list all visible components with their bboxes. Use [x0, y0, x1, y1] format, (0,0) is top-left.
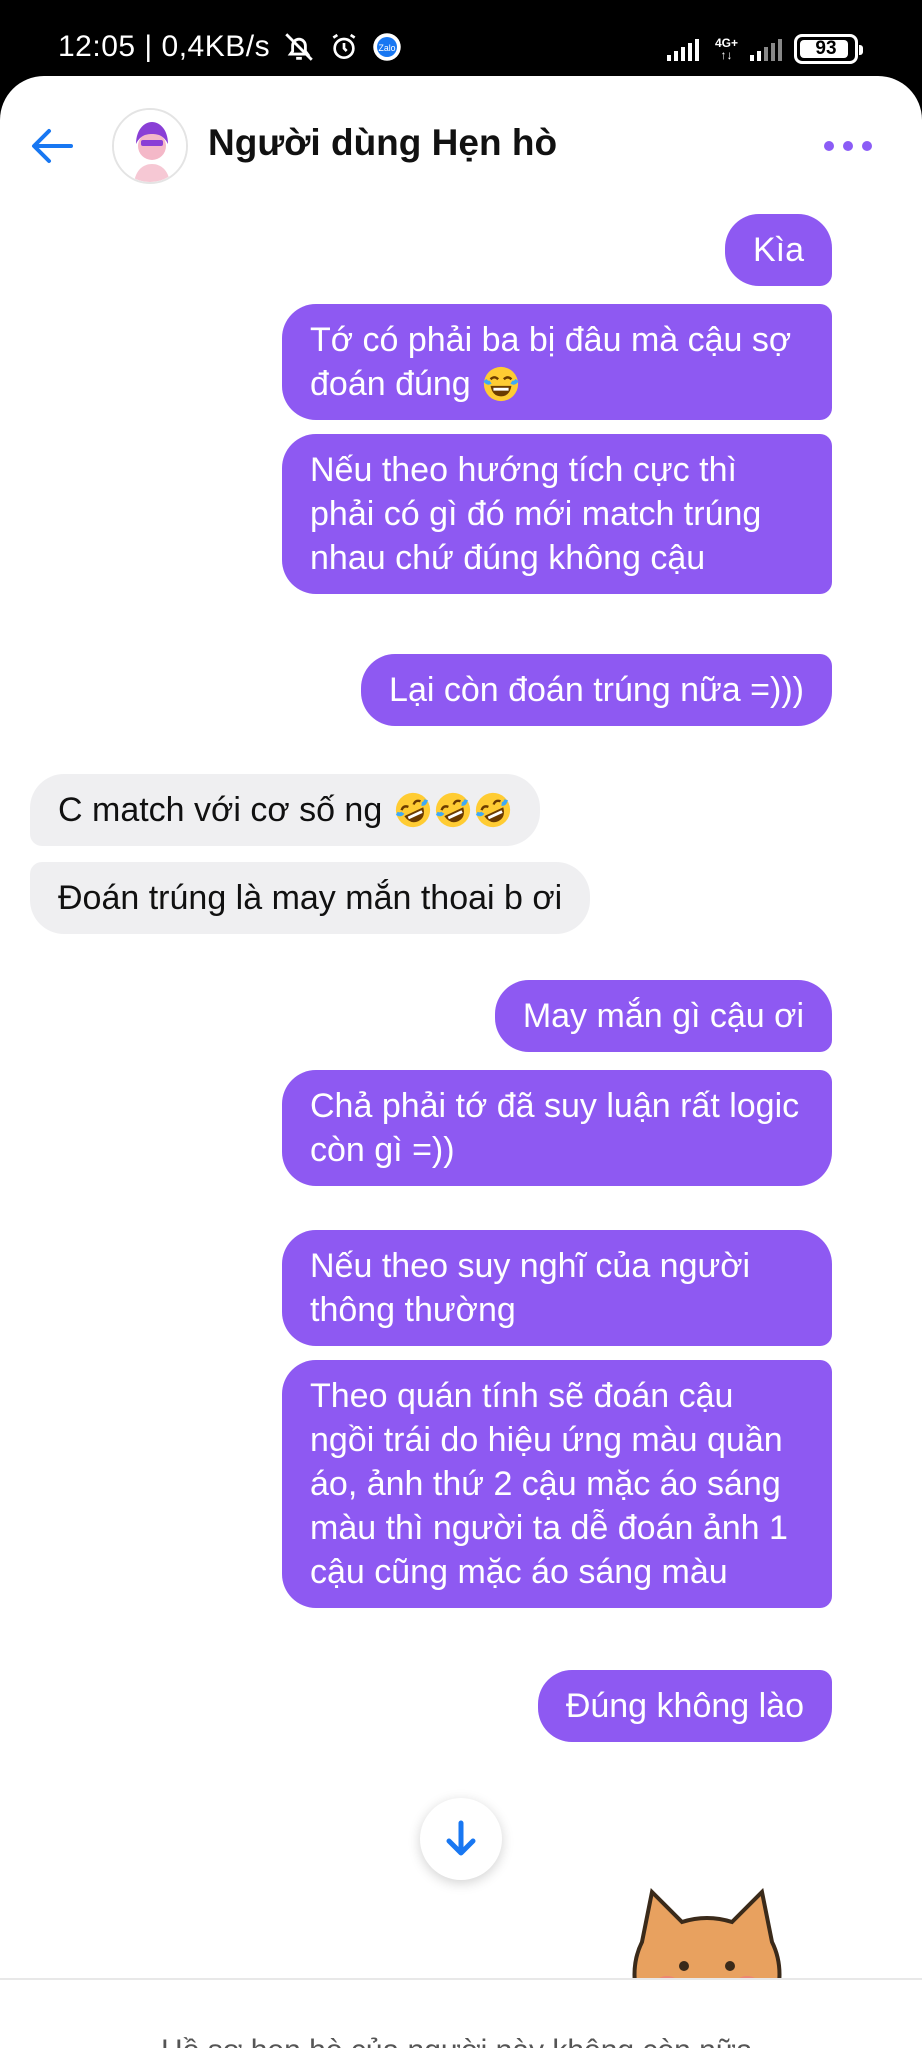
rolling-laughing-icon: [475, 792, 510, 828]
rolling-laughing-icon: [435, 792, 470, 828]
status-bar: 12:05 | 0,4KB/s Zalo 4G+ ↑↓ 93: [0, 0, 922, 80]
message-text: Đúng không lào: [565, 1687, 804, 1725]
message-bubble-outgoing[interactable]: Nếu theo suy nghĩ của người thông thường: [282, 1230, 832, 1346]
signal-icon-2: [748, 37, 784, 61]
message-bubble-outgoing[interactable]: Theo quán tính sẽ đoán cậu ngồi trái do …: [282, 1360, 832, 1608]
face-with-tears-of-joy-icon: [483, 366, 519, 402]
scroll-to-bottom-button[interactable]: [420, 1798, 502, 1880]
rolling-laughing-icon: [395, 792, 430, 828]
message-bubble-outgoing[interactable]: Chả phải tớ đã suy luận rất logic còn gì…: [282, 1070, 832, 1186]
chat-header: Người dùng Hẹn hò: [0, 76, 922, 210]
message-bubble-incoming[interactable]: Đoán trúng là may mắn thoai b ơi: [30, 862, 591, 934]
back-button[interactable]: [22, 116, 82, 176]
avatar-illustration: [114, 110, 186, 182]
message-bubble-outgoing[interactable]: Tớ có phải ba bị đâu mà cậu sợ đoán đúng: [282, 304, 832, 420]
message-text: Lại còn đoán trúng nữa =))): [389, 671, 804, 709]
message-text: Tớ có phải ba bị đâu mà cậu sợ đoán đúng: [310, 321, 792, 403]
status-time: 12:05 | 0,4KB/s: [58, 30, 271, 63]
message-text: Kìa: [752, 231, 804, 269]
more-options-button[interactable]: [824, 134, 872, 158]
battery-text: 93: [815, 38, 837, 59]
more-options-icon-dot: [824, 141, 834, 151]
back-arrow-icon: [32, 129, 73, 163]
muted-bell-icon: [282, 30, 316, 64]
avatar[interactable]: [112, 108, 188, 184]
zalo-icon: Zalo: [372, 32, 402, 62]
message-text: May mắn gì cậu ơi: [522, 997, 804, 1035]
message-text: Nếu theo hướng tích cực thì phải có gì đ…: [310, 451, 762, 577]
message-bubble-incoming[interactable]: C match với cơ số ng: [30, 774, 540, 846]
arrow-down-icon: [446, 1820, 476, 1856]
message-bubble-outgoing[interactable]: Kìa: [724, 214, 832, 286]
message-bubble-outgoing[interactable]: Nếu theo hướng tích cực thì phải có gì đ…: [282, 434, 832, 594]
battery-icon: 93: [794, 34, 863, 64]
sticker[interactable]: [622, 1882, 792, 1992]
svg-text:Zalo: Zalo: [379, 43, 396, 53]
chat-screen: Người dùng Hẹn hò Kìa Tớ có phải ba bị đ…: [0, 76, 922, 2048]
status-left: 12:05 | 0,4KB/s Zalo: [58, 30, 402, 64]
network-type-bottom: ↑↓: [720, 48, 733, 62]
message-bubble-outgoing[interactable]: May mắn gì cậu ơi: [494, 980, 832, 1052]
notice-text: Hồ sơ hẹn hò của người này không còn nữa…: [0, 2034, 922, 2048]
message-text: Theo quán tính sẽ đoán cậu ngồi trái do …: [310, 1377, 788, 1591]
cat-sticker-icon: [632, 1887, 782, 1992]
signal-icon-1: [665, 37, 705, 61]
message-bubble-outgoing[interactable]: Lại còn đoán trúng nữa =))): [361, 654, 832, 726]
message-text: C match với cơ số ng: [58, 791, 383, 829]
page-title: Người dùng Hẹn hò: [208, 122, 558, 163]
message-text: Nếu theo suy nghĩ của người thông thường: [310, 1247, 751, 1329]
more-options-icon-dot: [843, 141, 853, 151]
network-type: 4G+ ↑↓: [715, 37, 738, 61]
message-text: Chả phải tớ đã suy luận rất logic còn gì…: [310, 1087, 800, 1169]
alarm-icon: [328, 31, 360, 63]
profile-unavailable-notice: Hồ sơ hẹn hò của người này không còn nữa…: [0, 1978, 922, 2048]
more-options-icon-dot: [862, 141, 872, 151]
status-right: 4G+ ↑↓ 93: [665, 34, 863, 64]
message-text: Đoán trúng là may mắn thoai b ơi: [58, 879, 563, 917]
message-bubble-outgoing[interactable]: Đúng không lào: [537, 1670, 832, 1742]
